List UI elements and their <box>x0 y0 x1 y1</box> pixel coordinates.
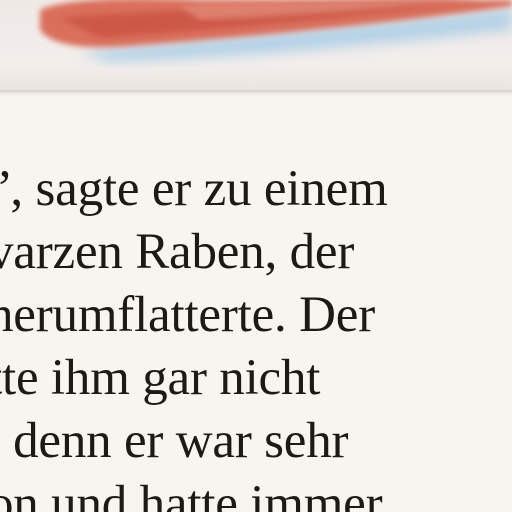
text-line: , denn er war sehr <box>0 413 349 469</box>
text-line: ”, sagte er zu einem <box>0 161 388 217</box>
watercolor-illustration-icon <box>40 0 512 62</box>
text-line: nerumflatterte. Der <box>0 287 375 343</box>
illustration-edge-shadow <box>0 90 512 96</box>
text-line: on und hatte immer <box>0 476 383 512</box>
text-line: varzen Raben, der <box>0 224 355 280</box>
book-page: ”, sagte er zu einem varzen Raben, der n… <box>0 0 512 512</box>
illustration-image <box>0 0 512 92</box>
text-line: tte ihm gar nicht <box>0 350 321 406</box>
story-text: ”, sagte er zu einem varzen Raben, der n… <box>0 158 512 512</box>
